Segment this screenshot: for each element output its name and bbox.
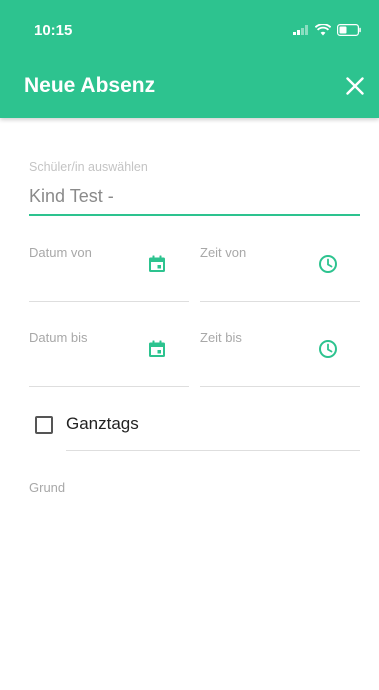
full-day-checkbox[interactable] [35, 416, 53, 434]
reason-label: Grund [29, 480, 66, 495]
status-time: 10:15 [34, 22, 73, 39]
time-to-label: Zeit bis [200, 330, 242, 345]
full-day-label: Ganztags [66, 414, 139, 433]
clock-icon[interactable] [318, 339, 338, 359]
full-day-underline [66, 450, 360, 451]
close-button[interactable] [341, 72, 369, 100]
time-from-label: Zeit von [200, 245, 247, 260]
student-select-underline [29, 214, 360, 216]
student-select-value: Kind Test - [29, 186, 114, 206]
date-from-underline [29, 301, 189, 302]
student-select-label: Schüler/in auswählen [29, 160, 148, 174]
date-to-label: Datum bis [29, 330, 88, 345]
close-icon [346, 77, 364, 95]
time-from-underline [200, 301, 360, 302]
app-header: 10:15 Neue Absenz [0, 0, 379, 118]
date-to-underline [29, 386, 189, 387]
battery-icon [337, 24, 361, 36]
wifi-icon [315, 24, 331, 36]
calendar-icon[interactable] [147, 339, 167, 359]
signal-icon [293, 25, 308, 35]
status-icons [293, 24, 361, 36]
calendar-icon[interactable] [147, 254, 167, 274]
date-from-label: Datum von [29, 245, 92, 260]
page-title: Neue Absenz [24, 74, 156, 97]
clock-icon[interactable] [318, 254, 338, 274]
time-to-underline [200, 386, 360, 387]
